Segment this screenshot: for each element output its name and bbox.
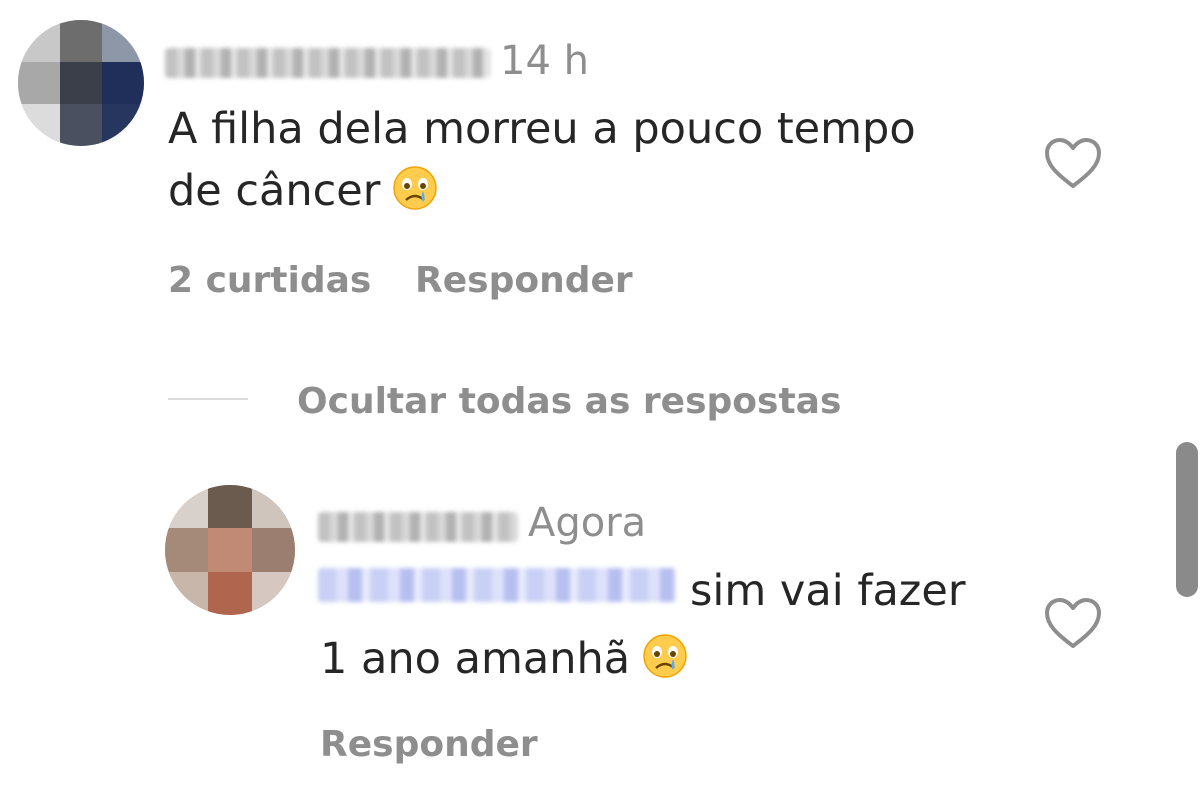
hide-replies-button[interactable]: Ocultar todas as respostas [297, 381, 841, 422]
comment-text-line-2-content: de câncer [168, 166, 381, 216]
commenter-username-redacted[interactable] [165, 48, 490, 78]
reply-text: sim vai fazer 1 ano amanhã [320, 560, 1020, 690]
replies-divider [168, 398, 248, 400]
replier-avatar[interactable] [165, 485, 295, 615]
comment-text-line-1: A filha dela morreu a pouco tempo [168, 104, 916, 154]
comment-reply-button[interactable]: Responder [415, 260, 633, 301]
reply-timestamp: Agora [528, 500, 647, 546]
reply-text-line-1-content: sim vai fazer [690, 566, 966, 616]
vertical-scrollbar-thumb[interactable] [1176, 442, 1198, 597]
comment-timestamp: 14 h [500, 38, 589, 84]
comment-text-line-2: de câncer [168, 160, 1028, 222]
comment-likes-count[interactable]: 2 curtidas [168, 260, 371, 301]
reply-text-line-1: sim vai fazer [320, 560, 1020, 622]
replier-username-redacted[interactable] [318, 512, 518, 542]
reply-text-line-2: 1 ano amanhã [320, 628, 1020, 690]
reply-reply-button[interactable]: Responder [320, 724, 538, 765]
commenter-avatar[interactable] [18, 20, 144, 146]
crying-face-icon [393, 166, 438, 210]
comment-text: A filha dela morreu a pouco tempo de cân… [168, 98, 1028, 222]
crying-face-icon [643, 634, 687, 678]
like-reply-heart-icon[interactable] [1043, 596, 1103, 650]
reply-text-line-2-content: 1 ano amanhã [320, 634, 631, 684]
like-comment-heart-icon[interactable] [1043, 136, 1103, 190]
